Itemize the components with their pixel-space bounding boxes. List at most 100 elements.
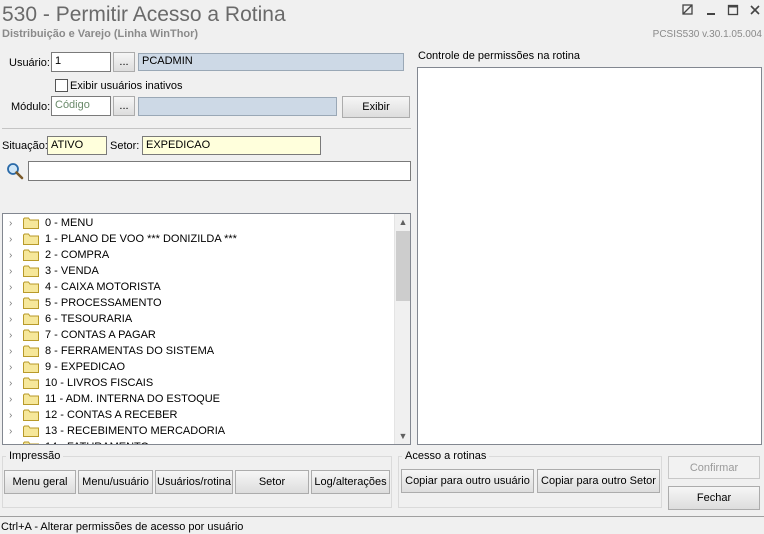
- folder-icon: [23, 441, 39, 444]
- tree-item[interactable]: › 6 - TESOURARIA: [3, 311, 395, 327]
- expand-arrow-icon[interactable]: ›: [9, 266, 21, 277]
- tree-item-label: 9 - EXPEDICAO: [45, 361, 126, 373]
- tree-item[interactable]: › 8 - FERRAMENTAS DO SISTEMA: [3, 343, 395, 359]
- expand-arrow-icon[interactable]: ›: [9, 298, 21, 309]
- setor-field: EXPEDICAO: [142, 136, 321, 155]
- usuarios-rotina-button[interactable]: Usuários/rotina: [155, 470, 233, 494]
- tree-item-label: 6 - TESOURARIA: [45, 313, 133, 325]
- show-module-button[interactable]: Exibir: [342, 96, 410, 118]
- tree-item-label: 14 - FATURAMENTO: [45, 441, 149, 444]
- version-label: PCSIS530 v.30.1.05.004: [652, 29, 762, 40]
- user-name-field: PCADMIN: [138, 53, 404, 71]
- tree-item[interactable]: › 4 - CAIXA MOTORISTA: [3, 279, 395, 295]
- folder-icon: [23, 313, 39, 325]
- user-label: Usuário:: [9, 57, 50, 69]
- tree-item[interactable]: › 11 - ADM. INTERNA DO ESTOQUE: [3, 391, 395, 407]
- tree-item-label: 10 - LIVROS FISCAIS: [45, 377, 154, 389]
- tree-item-label: 3 - VENDA: [45, 265, 99, 277]
- tree-item[interactable]: › 13 - RECEBIMENTO MERCADORIA: [3, 423, 395, 439]
- setor-button[interactable]: Setor: [235, 470, 309, 494]
- user-lookup-button[interactable]: ...: [113, 52, 135, 72]
- tree-item[interactable]: › 10 - LIVROS FISCAIS: [3, 375, 395, 391]
- folder-icon: [23, 361, 39, 373]
- impressao-title: Impressão: [6, 450, 64, 462]
- copy-to-sector-button[interactable]: Copiar para outro Setor: [537, 469, 660, 493]
- log-alteracoes-button[interactable]: Log/alterações: [311, 470, 390, 494]
- expand-arrow-icon[interactable]: ›: [9, 234, 21, 245]
- tree-item[interactable]: › 5 - PROCESSAMENTO: [3, 295, 395, 311]
- tree-item[interactable]: › 0 - MENU: [3, 215, 395, 231]
- close-button[interactable]: Fechar: [668, 486, 760, 510]
- folder-icon: [23, 393, 39, 405]
- scroll-thumb[interactable]: [396, 231, 410, 301]
- permissions-title: Controle de permissões na rotina: [418, 50, 581, 62]
- expand-arrow-icon[interactable]: ›: [9, 282, 21, 293]
- show-inactive-checkbox[interactable]: [55, 79, 68, 92]
- expand-arrow-icon[interactable]: ›: [9, 410, 21, 421]
- confirm-button[interactable]: Confirmar: [668, 456, 760, 479]
- user-code-input[interactable]: 1: [51, 52, 111, 72]
- folder-icon: [23, 425, 39, 437]
- title-bar: 530 - Permitir Acesso a Rotina Distribui…: [0, 0, 764, 44]
- module-code-input[interactable]: Código: [51, 96, 111, 116]
- folder-icon: [23, 329, 39, 341]
- menu-geral-button[interactable]: Menu geral: [4, 470, 76, 494]
- window-subtitle: Distribuição e Varejo (Linha WinThor): [2, 28, 199, 40]
- search-icon: [6, 162, 24, 180]
- permissions-panel[interactable]: [417, 67, 762, 445]
- show-inactive-label: Exibir usuários inativos: [70, 80, 183, 92]
- maximize-icon[interactable]: [725, 4, 741, 18]
- expand-arrow-icon[interactable]: ›: [9, 362, 21, 373]
- close-icon[interactable]: [747, 4, 763, 18]
- expand-arrow-icon[interactable]: ›: [9, 426, 21, 437]
- expand-arrow-icon[interactable]: ›: [9, 378, 21, 389]
- tree-item-label: 5 - PROCESSAMENTO: [45, 297, 162, 309]
- tree-item[interactable]: › 1 - PLANO DE VOO *** DONIZILDA ***: [3, 231, 395, 247]
- module-name-field: [138, 97, 337, 116]
- tree-item-label: 1 - PLANO DE VOO *** DONIZILDA ***: [45, 233, 237, 245]
- scroll-up-icon[interactable]: ▲: [395, 214, 410, 230]
- status-bar: Ctrl+A - Alterar permissões de acesso po…: [0, 516, 764, 534]
- tree-item[interactable]: › 12 - CONTAS A RECEBER: [3, 407, 395, 423]
- window-title: 530 - Permitir Acesso a Rotina: [2, 3, 286, 26]
- scroll-down-icon[interactable]: ▼: [395, 428, 410, 444]
- tree-item[interactable]: › 3 - VENDA: [3, 263, 395, 279]
- menu-usuario-button[interactable]: Menu/usuário: [78, 470, 153, 494]
- module-label: Módulo:: [11, 101, 51, 113]
- expand-arrow-icon[interactable]: ›: [9, 314, 21, 325]
- situacao-field: ATIVO: [47, 136, 107, 155]
- situacao-label: Situação:: [2, 140, 48, 152]
- folder-icon: [23, 249, 39, 261]
- tree-item[interactable]: › 7 - CONTAS A PAGAR: [3, 327, 395, 343]
- expand-arrow-icon[interactable]: ›: [9, 218, 21, 229]
- folder-icon: [23, 233, 39, 245]
- show-module-button-label: Exibir: [362, 101, 390, 113]
- tree-scrollbar[interactable]: ▲ ▼: [394, 214, 410, 444]
- tree-item[interactable]: › 14 - FATURAMENTO: [3, 439, 395, 445]
- expand-arrow-icon[interactable]: ›: [9, 250, 21, 261]
- folder-icon: [23, 281, 39, 293]
- folder-icon: [23, 409, 39, 421]
- tree-item-label: 8 - FERRAMENTAS DO SISTEMA: [45, 345, 215, 357]
- tree-item-label: 12 - CONTAS A RECEBER: [45, 409, 178, 421]
- folder-icon: [23, 217, 39, 229]
- tree-item[interactable]: › 2 - COMPRA: [3, 247, 395, 263]
- tree-item-label: 11 - ADM. INTERNA DO ESTOQUE: [45, 393, 221, 405]
- status-bar-text: Ctrl+A - Alterar permissões de acesso po…: [1, 521, 244, 533]
- expand-arrow-icon[interactable]: ›: [9, 442, 21, 445]
- menu-tree[interactable]: › 0 - MENU › 1 - PLANO DE VOO *** DONIZILDA…: [2, 213, 411, 445]
- folder-icon: [23, 265, 39, 277]
- tree-item[interactable]: › 9 - EXPEDICAO: [3, 359, 395, 375]
- expand-arrow-icon[interactable]: ›: [9, 330, 21, 341]
- minimize-icon[interactable]: [703, 4, 719, 18]
- folder-icon: [23, 377, 39, 389]
- expand-arrow-icon[interactable]: ›: [9, 346, 21, 357]
- tree-item-label: 7 - CONTAS A PAGAR: [45, 329, 156, 341]
- folder-icon: [23, 345, 39, 357]
- expand-arrow-icon[interactable]: ›: [9, 394, 21, 405]
- setor-label: Setor:: [110, 140, 140, 152]
- restore-icon[interactable]: [680, 4, 696, 18]
- module-lookup-button[interactable]: ...: [113, 96, 135, 116]
- copy-to-user-button[interactable]: Copiar para outro usuário: [401, 469, 534, 493]
- search-input[interactable]: [28, 161, 411, 181]
